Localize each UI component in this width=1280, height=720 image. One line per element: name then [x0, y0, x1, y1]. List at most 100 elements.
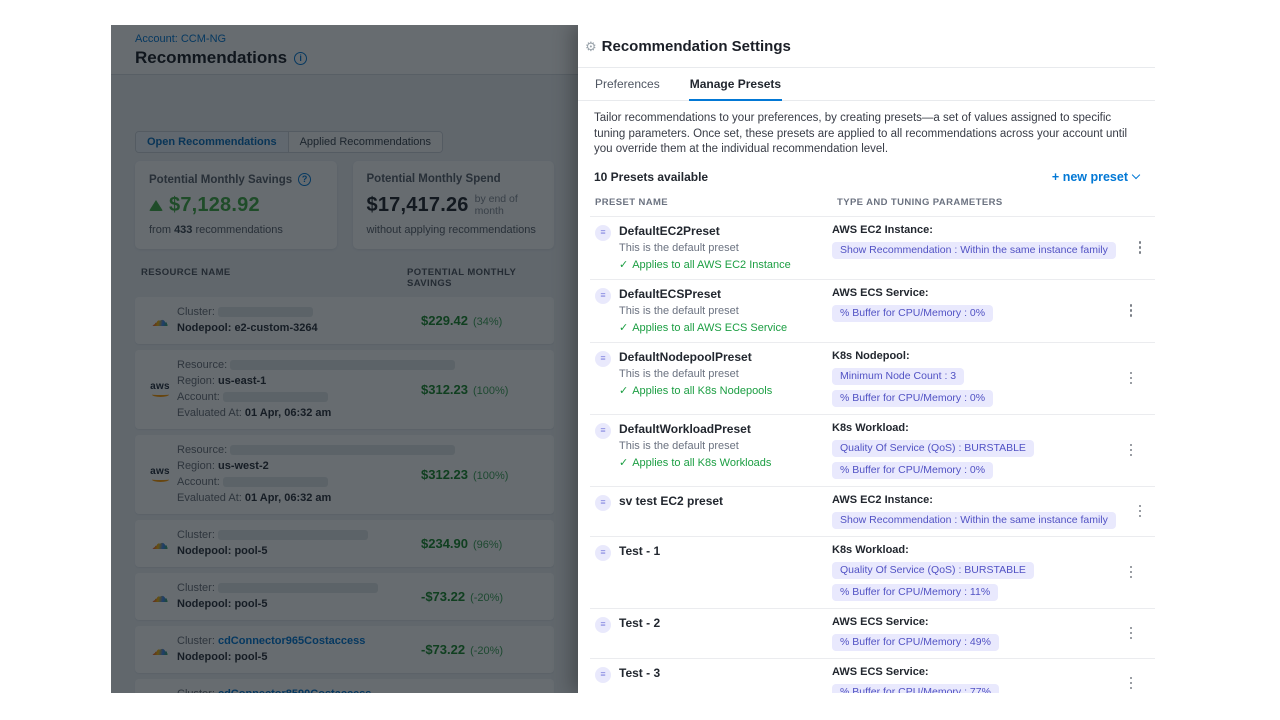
kebab-menu-button[interactable] — [1116, 494, 1155, 529]
preset-row[interactable]: ≡ DefaultNodepoolPreset This is the defa… — [590, 342, 1155, 414]
preset-row[interactable]: ≡ DefaultECSPreset This is the default p… — [590, 279, 1155, 342]
preset-type: K8s Workload: — [832, 544, 1107, 557]
preset-icon: ≡ — [595, 495, 611, 511]
preset-name: sv test EC2 preset — [619, 494, 723, 508]
preset-icon: ≡ — [595, 288, 611, 304]
preset-applies-to: ✓Applies to all K8s Workloads — [619, 457, 771, 470]
tuning-parameter-badge: % Buffer for CPU/Memory : 49% — [832, 634, 999, 651]
preset-row[interactable]: ≡ DefaultWorkloadPreset This is the defa… — [590, 414, 1155, 486]
kebab-menu-button[interactable] — [1107, 422, 1155, 479]
preset-description: This is the default preset — [619, 368, 772, 381]
tuning-parameter-badge: % Buffer for CPU/Memory : 0% — [832, 390, 993, 407]
preset-type: AWS ECS Service: — [832, 287, 1107, 300]
kebab-icon — [1139, 241, 1142, 254]
preset-type: K8s Workload: — [832, 422, 1107, 435]
preset-name: DefaultECSPreset — [619, 287, 787, 301]
preset-type: K8s Nodepool: — [832, 350, 1107, 363]
kebab-menu-button[interactable] — [1107, 666, 1155, 694]
check-icon: ✓ — [619, 457, 628, 469]
kebab-icon — [1130, 627, 1133, 640]
presets-table-rows: ≡ DefaultEC2Preset This is the default p… — [590, 216, 1155, 694]
preset-name: Test - 2 — [619, 616, 660, 630]
preset-row[interactable]: ≡ Test - 1 K8s Workload: Quality Of Serv… — [590, 536, 1155, 608]
screenshot-canvas: Account: CCM-NG Recommendations i Open R… — [0, 0, 1280, 720]
preset-badges: % Buffer for CPU/Memory : 49% — [832, 634, 1107, 651]
preset-badges: Show Recommendation : Within the same in… — [832, 512, 1116, 529]
preset-applies-to: ✓Applies to all K8s Nodepools — [619, 385, 772, 398]
preset-badges: % Buffer for CPU/Memory : 0% — [832, 305, 1107, 322]
preset-description: This is the default preset — [619, 440, 771, 453]
kebab-menu-button[interactable] — [1107, 350, 1155, 407]
kebab-menu-button[interactable] — [1107, 544, 1155, 601]
presets-bar: 10 Presets available + new preset — [594, 170, 1139, 184]
recommendations-page: Account: CCM-NG Recommendations i Open R… — [111, 25, 578, 693]
modal-dim-overlay — [111, 25, 578, 693]
kebab-icon — [1130, 304, 1133, 317]
preset-row[interactable]: ≡ DefaultEC2Preset This is the default p… — [590, 216, 1155, 279]
tuning-parameter-badge: Minimum Node Count : 3 — [832, 368, 964, 385]
settings-tabs: Preferences Manage Presets — [578, 68, 1155, 101]
tab-preferences[interactable]: Preferences — [594, 68, 661, 101]
preset-name: Test - 1 — [619, 544, 660, 558]
preset-icon: ≡ — [595, 351, 611, 367]
preset-badges: Quality Of Service (QoS) : BURSTABLE % Bu… — [832, 440, 1107, 479]
preset-icon: ≡ — [595, 617, 611, 633]
kebab-icon — [1130, 677, 1133, 690]
kebab-menu-button[interactable] — [1107, 616, 1155, 651]
tuning-parameter-badge: Quality Of Service (QoS) : BURSTABLE — [832, 440, 1034, 457]
kebab-icon — [1130, 566, 1133, 579]
gear-icon: ⚙ — [585, 40, 597, 53]
column-preset-name: PRESET NAME — [595, 197, 837, 208]
kebab-icon — [1130, 372, 1133, 385]
preset-badges: % Buffer for CPU/Memory : 77% — [832, 684, 1107, 694]
preset-row[interactable]: ≡ Test - 3 AWS ECS Service: % Buffer for… — [590, 658, 1155, 694]
tuning-parameter-badge: % Buffer for CPU/Memory : 0% — [832, 305, 993, 322]
kebab-icon — [1139, 505, 1142, 518]
kebab-icon — [1130, 444, 1133, 457]
preset-badges: Quality Of Service (QoS) : BURSTABLE % Bu… — [832, 562, 1107, 601]
preset-type: AWS ECS Service: — [832, 616, 1107, 629]
new-preset-button[interactable]: + new preset — [1052, 170, 1139, 184]
preset-icon: ≡ — [595, 667, 611, 683]
preset-applies-to: ✓Applies to all AWS EC2 Instance — [619, 259, 791, 272]
chevron-down-icon — [1132, 171, 1140, 179]
kebab-menu-button[interactable] — [1116, 224, 1155, 272]
preset-icon: ≡ — [595, 423, 611, 439]
preset-applies-to: ✓Applies to all AWS ECS Service — [619, 322, 787, 335]
column-type-and-tuning-parameters: TYPE AND TUNING PARAMETERS — [837, 197, 1003, 208]
presets-table: PRESET NAME TYPE AND TUNING PARAMETERS ≡… — [590, 192, 1155, 694]
preset-type: AWS ECS Service: — [832, 666, 1107, 679]
preset-type: AWS EC2 Instance: — [832, 494, 1116, 507]
tuning-parameter-badge: Quality Of Service (QoS) : BURSTABLE — [832, 562, 1034, 579]
tuning-parameter-badge: Show Recommendation : Within the same in… — [832, 512, 1116, 529]
preset-badges: Minimum Node Count : 3 % Buffer for CPU/M… — [832, 368, 1107, 407]
preset-type: AWS EC2 Instance: — [832, 224, 1116, 237]
tuning-parameter-badge: Show Recommendation : Within the same in… — [832, 242, 1116, 259]
check-icon: ✓ — [619, 259, 628, 271]
drawer-header: ⚙ Recommendation Settings — [578, 25, 1155, 67]
check-icon: ✓ — [619, 322, 628, 334]
presets-description: Tailor recommendations to your preferenc… — [594, 111, 1139, 158]
preset-name: Test - 3 — [619, 666, 660, 680]
app-window: Account: CCM-NG Recommendations i Open R… — [111, 25, 1155, 693]
kebab-menu-button[interactable] — [1107, 287, 1155, 335]
preset-badges: Show Recommendation : Within the same in… — [832, 242, 1116, 259]
drawer-title: Recommendation Settings — [602, 38, 791, 55]
preset-name: DefaultEC2Preset — [619, 224, 791, 238]
preset-name: DefaultNodepoolPreset — [619, 350, 772, 364]
preset-icon: ≡ — [595, 225, 611, 241]
preset-description: This is the default preset — [619, 242, 791, 255]
preset-row[interactable]: ≡ Test - 2 AWS ECS Service: % Buffer for… — [590, 608, 1155, 658]
presets-table-header: PRESET NAME TYPE AND TUNING PARAMETERS — [590, 192, 1155, 216]
tuning-parameter-badge: % Buffer for CPU/Memory : 11% — [832, 584, 998, 601]
recommendation-settings-drawer: ⚙ Recommendation Settings Preferences Ma… — [578, 25, 1155, 693]
tab-manage-presets[interactable]: Manage Presets — [689, 68, 782, 101]
preset-description: This is the default preset — [619, 305, 787, 318]
check-icon: ✓ — [619, 385, 628, 397]
preset-row[interactable]: ≡ sv test EC2 preset AWS EC2 Instance: S… — [590, 486, 1155, 536]
tuning-parameter-badge: % Buffer for CPU/Memory : 77% — [832, 684, 999, 694]
presets-count: 10 Presets available — [594, 170, 708, 184]
tuning-parameter-badge: % Buffer for CPU/Memory : 0% — [832, 462, 993, 479]
preset-name: DefaultWorkloadPreset — [619, 422, 771, 436]
preset-icon: ≡ — [595, 545, 611, 561]
